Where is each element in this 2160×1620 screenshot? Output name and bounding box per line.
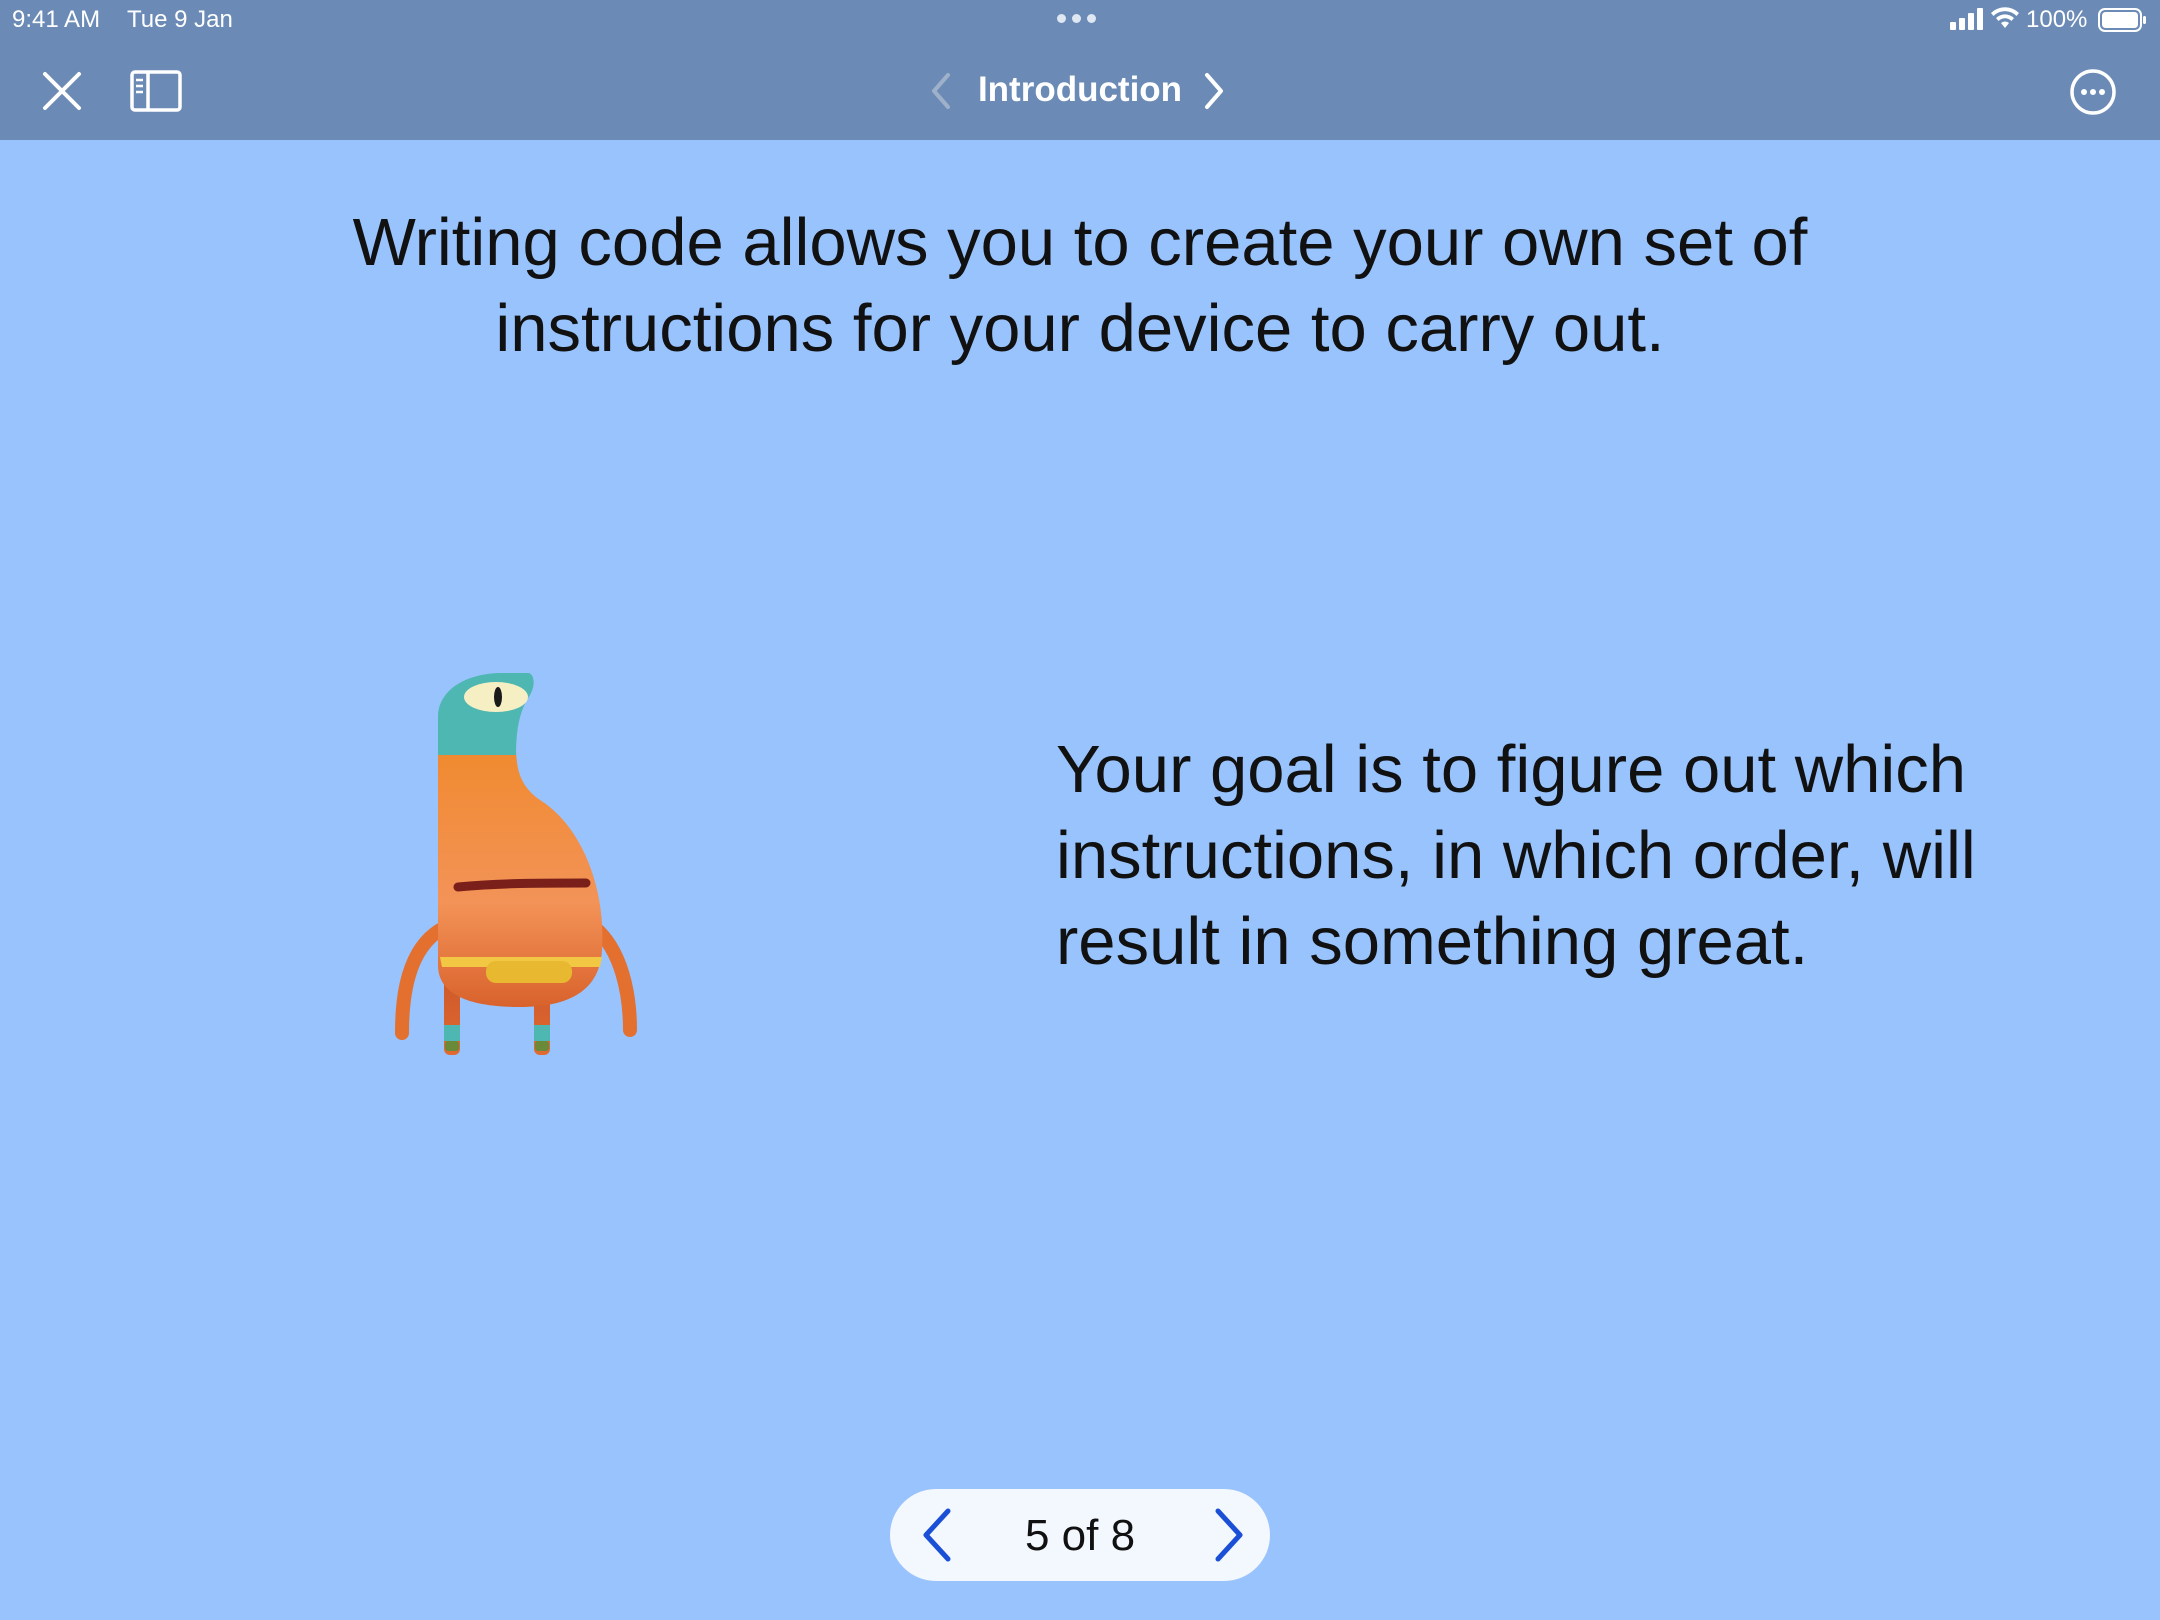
sidebar-toggle-icon[interactable] bbox=[130, 70, 182, 112]
chapter-navigator: Introduction bbox=[920, 62, 1240, 118]
page-title: Introduction bbox=[977, 70, 1183, 109]
battery-icon bbox=[2098, 8, 2146, 32]
next-chapter-icon[interactable] bbox=[1202, 72, 1226, 110]
next-page-button[interactable] bbox=[1208, 1507, 1248, 1563]
multitasking-dots-icon[interactable] bbox=[1057, 14, 1096, 23]
top-bar: 9:41 AM Tue 9 Jan 100% Introduction bbox=[0, 0, 2160, 140]
signal-icon bbox=[1950, 8, 1983, 30]
byte-character-illustration bbox=[395, 673, 637, 1055]
battery-percentage: 100% bbox=[2026, 6, 2088, 33]
wifi-icon bbox=[1991, 7, 2019, 28]
status-date: Tue 9 Jan bbox=[127, 6, 233, 33]
goal-text: Your goal is to figure out which instruc… bbox=[1056, 732, 1976, 979]
headline-text: Writing code allows you to create your o… bbox=[352, 205, 1808, 366]
status-bar: 9:41 AM Tue 9 Jan 100% bbox=[0, 0, 2160, 40]
ellipsis-circle-icon[interactable] bbox=[2069, 68, 2117, 116]
page-pager: 5 of 8 bbox=[890, 1489, 1270, 1581]
close-icon[interactable] bbox=[41, 70, 83, 112]
status-time: 9:41 AM bbox=[12, 6, 101, 33]
